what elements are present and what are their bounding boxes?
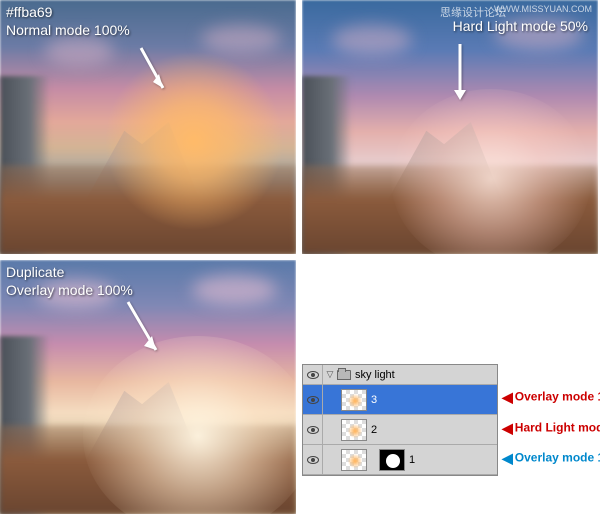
layer-thumbnail[interactable]: [341, 389, 367, 411]
eye-icon: [307, 456, 319, 464]
visibility-toggle[interactable]: [303, 415, 323, 444]
blend-mode-label: Overlay mode 100%: [6, 282, 133, 298]
pointer-arrow: [120, 296, 170, 371]
annotation-overlay: ◀Overlay mode 100%: [502, 389, 600, 406]
color-glow: [104, 51, 284, 231]
eye-icon: [307, 396, 319, 404]
group-name-label: sky light: [355, 369, 395, 381]
pointer-arrow: [135, 42, 175, 107]
layer-row[interactable]: 1: [303, 445, 497, 475]
arrow-icon: ◀: [502, 450, 513, 467]
eye-icon: [307, 371, 319, 379]
annotation-overlay: ◀Overlay mode 100%: [502, 450, 600, 467]
layer-group-row[interactable]: ▽ sky light: [303, 365, 497, 385]
example-panel-normal: #ffba69 Normal mode 100%: [0, 0, 296, 254]
layer-name-label: 2: [371, 424, 377, 436]
color-hex-label: #ffba69: [6, 4, 52, 20]
layers-box: ▽ sky light 3 2 1: [302, 364, 498, 476]
example-panel-overlay: Duplicate Overlay mode 100%: [0, 260, 296, 514]
layer-thumbnail[interactable]: [341, 449, 367, 471]
arrow-icon: ◀: [502, 420, 513, 437]
layer-thumbnail[interactable]: [341, 419, 367, 441]
color-glow: [391, 89, 591, 254]
layer-row[interactable]: 3: [303, 385, 497, 415]
scene-image: [302, 0, 598, 254]
watermark-right: WWW.MISSYUAN.COM: [494, 4, 592, 14]
arrow-icon: ◀: [502, 389, 513, 406]
annotation-hardlight: ◀Hard Light mode 50%: [502, 420, 600, 437]
visibility-toggle[interactable]: [303, 445, 323, 474]
pointer-arrow: [450, 40, 470, 115]
layer-row[interactable]: 2: [303, 415, 497, 445]
eye-icon: [307, 426, 319, 434]
visibility-toggle[interactable]: [303, 385, 323, 414]
layers-panel: ▽ sky light 3 2 1 ◀Overlay mode 100% ◀Ha…: [302, 364, 596, 514]
scene-image: [0, 0, 296, 254]
layer-name-label: 1: [409, 454, 415, 466]
blend-mode-label: Normal mode 100%: [6, 22, 130, 38]
duplicate-label: Duplicate: [6, 264, 64, 280]
layer-mask-thumbnail[interactable]: [379, 449, 405, 471]
folder-icon: [337, 370, 351, 380]
example-panel-hardlight: 思缘设计论坛 WWW.MISSYUAN.COM Hard Light mode …: [302, 0, 598, 254]
expand-toggle[interactable]: ▽: [323, 365, 337, 384]
layer-name-label: 3: [371, 394, 377, 406]
visibility-toggle[interactable]: [303, 365, 323, 384]
blend-mode-label: Hard Light mode 50%: [453, 18, 588, 34]
